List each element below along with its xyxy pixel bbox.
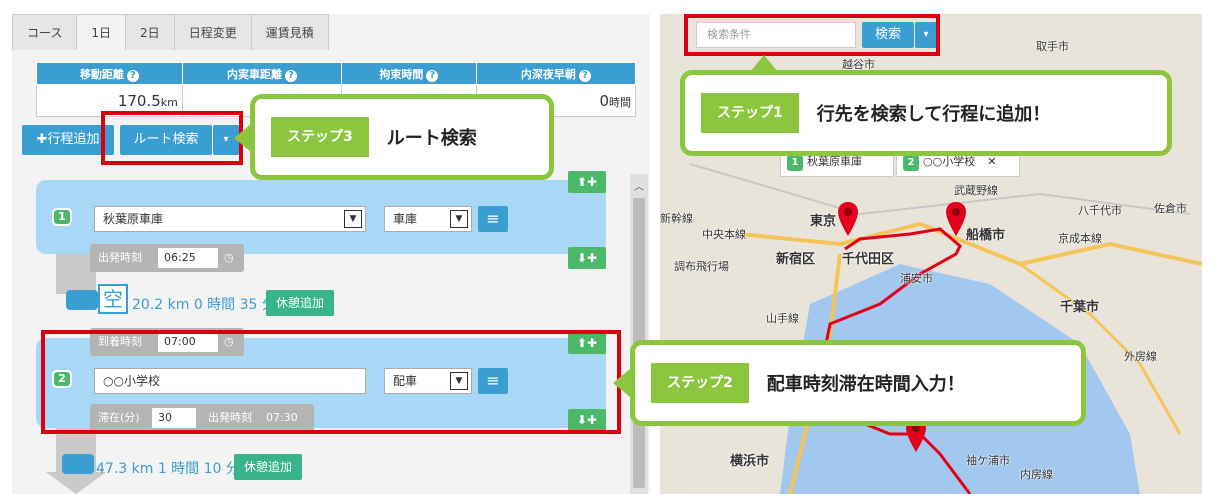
map-label-musashino-line: 武蔵野線 [954,184,998,197]
callout-step1: ステップ1 行先を検索して行程に追加！ [680,70,1172,156]
stop1-place-select[interactable]: 秋葉原車庫 ▼ [94,206,366,232]
stop2-type-select[interactable]: 配車 ▼ [384,368,472,394]
stop-number-badge: 2 [52,370,72,388]
insert-above-button[interactable]: ⬆✚ [568,171,606,193]
map-label-uchibo-line: 内房線 [1020,468,1053,481]
insert-below-button[interactable]: ⬇✚ [568,409,606,431]
tab-schedule-change[interactable]: 日程変更 [173,14,252,50]
chevron-down-icon[interactable]: ▼ [450,210,468,228]
stop1-depart-time-bar: 出発時刻 06:25 ◷ [90,244,244,272]
tab-fare-estimate[interactable]: 運賃見積 [250,14,329,50]
callout-pointer [234,124,251,152]
callout-step1-text: 行先を検索して行程に追加！ [816,104,1051,125]
stop2-arrive-time-bar: 到着時刻 07:00 ◷ [90,328,244,356]
map-label-urayasu: 浦安市 [900,272,933,285]
clock-icon[interactable]: ◷ [224,244,234,272]
bus-icon [62,454,94,474]
insert-below-button[interactable]: ⬇✚ [568,247,606,269]
stay-minutes-input[interactable]: 30 [152,408,196,428]
chevron-down-icon[interactable]: ▼ [450,372,468,390]
map-search-caret-icon[interactable]: ▾ [915,22,937,48]
callout-step2: ステップ2 配車時刻滞在時間入力！ [630,340,1086,426]
leg1-add-rest-button[interactable]: 休憩追加 [266,290,334,316]
map-label-sotobo-line: 外房線 [1124,350,1157,363]
stop1-type-select[interactable]: 車庫 ▼ [384,206,472,232]
scrollbar[interactable]: ︿ [630,174,648,494]
map-pin-icon[interactable] [838,202,858,236]
map-label-sodegaura: 袖ケ浦市 [966,454,1010,467]
header-late-night: 内深夜早朝? [475,62,637,85]
tab-day2[interactable]: 2日 [125,14,175,50]
help-icon[interactable]: ? [285,69,298,82]
callout-step3-text: ルート検索 [386,128,477,149]
help-icon[interactable]: ? [126,69,139,82]
stop2-arrive-time-input[interactable]: 07:00 [158,332,218,352]
stop2-depart-time: 07:30 [266,411,298,424]
tab-bar: コース 1日 2日 日程変更 運賃見積 [12,14,329,50]
stop2-menu-button[interactable]: ≡ [478,368,508,394]
distance-value: 170.5km [36,84,183,117]
map-label-sakura: 佐倉市 [1154,202,1187,215]
stop1-depart-time-input[interactable]: 06:25 [158,248,218,268]
map-search-input[interactable]: 検索条件 [696,22,856,48]
callout-pointer [750,55,778,72]
map-pin-icon[interactable] [946,202,966,236]
stop-number-badge: 1 [52,208,72,226]
header-binding-time: 拘束時間? [341,62,477,85]
map-label-shinkansen: 新幹線 [660,212,693,225]
add-stop-button[interactable]: ✚行程追加 [22,125,114,155]
leg1-route-info: 20.2 km 0 時間 35 分 [132,297,276,313]
callout-step3-tag: ステップ3 [271,117,369,157]
callout-step1-tag: ステップ1 [701,93,799,133]
map-label-yamanote-line: 山手線 [766,312,799,325]
map-label-chiba: 千葉市 [1060,300,1100,315]
callout-step2-text: 配車時刻滞在時間入力！ [766,374,965,395]
help-icon[interactable]: ? [426,69,439,82]
scroll-up-icon[interactable]: ︿ [630,178,648,193]
callout-pointer [613,369,630,397]
insert-above-button[interactable]: ⬆✚ [568,332,606,354]
map-label-tokyo: 東京 [810,214,837,229]
course-editor-panel: コース 1日 2日 日程変更 運賃見積 移動距離? 内実車距離? 拘束時間? 内… [12,14,650,494]
header-distance: 移動距離? [36,62,183,85]
empty-run-icon: 空 [98,284,128,314]
stay-time-bar: 滞在(分) 30 出発時刻 07:30 [90,404,314,432]
map-label-yokohama: 横浜市 [730,454,770,469]
stop2-place-input[interactable]: ○○小学校 [94,368,366,394]
header-loaded-distance: 内実車距離? [181,62,343,85]
map-label-chofu-airport: 調布飛行場 [674,260,729,273]
close-icon[interactable]: ✕ [987,155,996,168]
callout-step3: ステップ3 ルート検索 [250,94,554,180]
stop1-menu-button[interactable]: ≡ [478,206,508,232]
help-icon[interactable]: ? [578,69,591,82]
bus-icon [66,290,98,310]
route-search-button[interactable]: ルート検索 [120,125,212,155]
tab-course[interactable]: コース [12,14,78,50]
leg2-add-rest-button[interactable]: 休憩追加 [234,454,302,480]
chevron-down-icon[interactable]: ▼ [344,210,362,228]
leg2-route-info: 47.3 km 1 時間 10 分 [96,461,240,477]
map-label-chiyoda: 千代田区 [842,252,895,267]
callout-step2-tag: ステップ2 [651,363,749,403]
map-search-button[interactable]: 検索 [862,22,914,48]
clock-icon[interactable]: ◷ [224,328,234,356]
map-label-funabashi: 船橋市 [966,228,1006,243]
tab-day1[interactable]: 1日 [76,14,127,50]
map-label-yachiyo: 八千代市 [1078,204,1122,217]
map-label-keisei-line: 京成本線 [1058,232,1102,245]
map-label-toride: 取手市 [1036,40,1069,53]
map-label-shinjuku: 新宿区 [776,252,816,267]
map-label-chuo-line: 中央本線 [702,228,746,241]
